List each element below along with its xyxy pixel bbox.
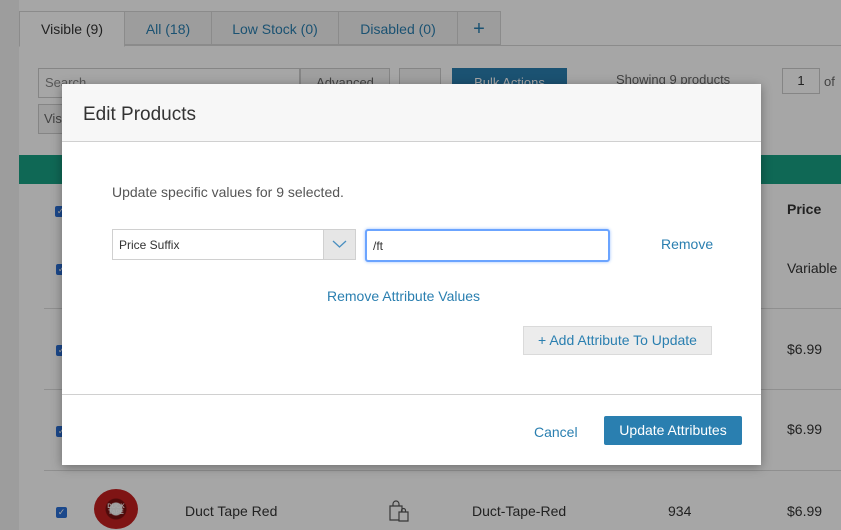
attribute-value-input[interactable]: [365, 229, 610, 262]
chevron-down-icon: [332, 240, 347, 248]
attribute-select[interactable]: Price Suffix: [112, 229, 356, 260]
attribute-select-value: Price Suffix: [119, 238, 180, 252]
update-attributes-button[interactable]: Update Attributes: [604, 416, 742, 445]
cancel-button[interactable]: Cancel: [534, 424, 578, 440]
select-toggle[interactable]: [323, 230, 355, 259]
edit-products-modal: Edit Products Update specific values for…: [62, 84, 761, 465]
remove-attribute-link[interactable]: Remove: [661, 236, 713, 252]
modal-title: Edit Products: [83, 104, 196, 125]
modal-header: Edit Products: [62, 84, 761, 142]
modal-footer-divider: [62, 394, 761, 395]
remove-attribute-values-link[interactable]: Remove Attribute Values: [327, 288, 480, 304]
modal-help-text: Update specific values for 9 selected.: [112, 184, 344, 200]
add-attribute-button[interactable]: + Add Attribute To Update: [523, 326, 712, 355]
